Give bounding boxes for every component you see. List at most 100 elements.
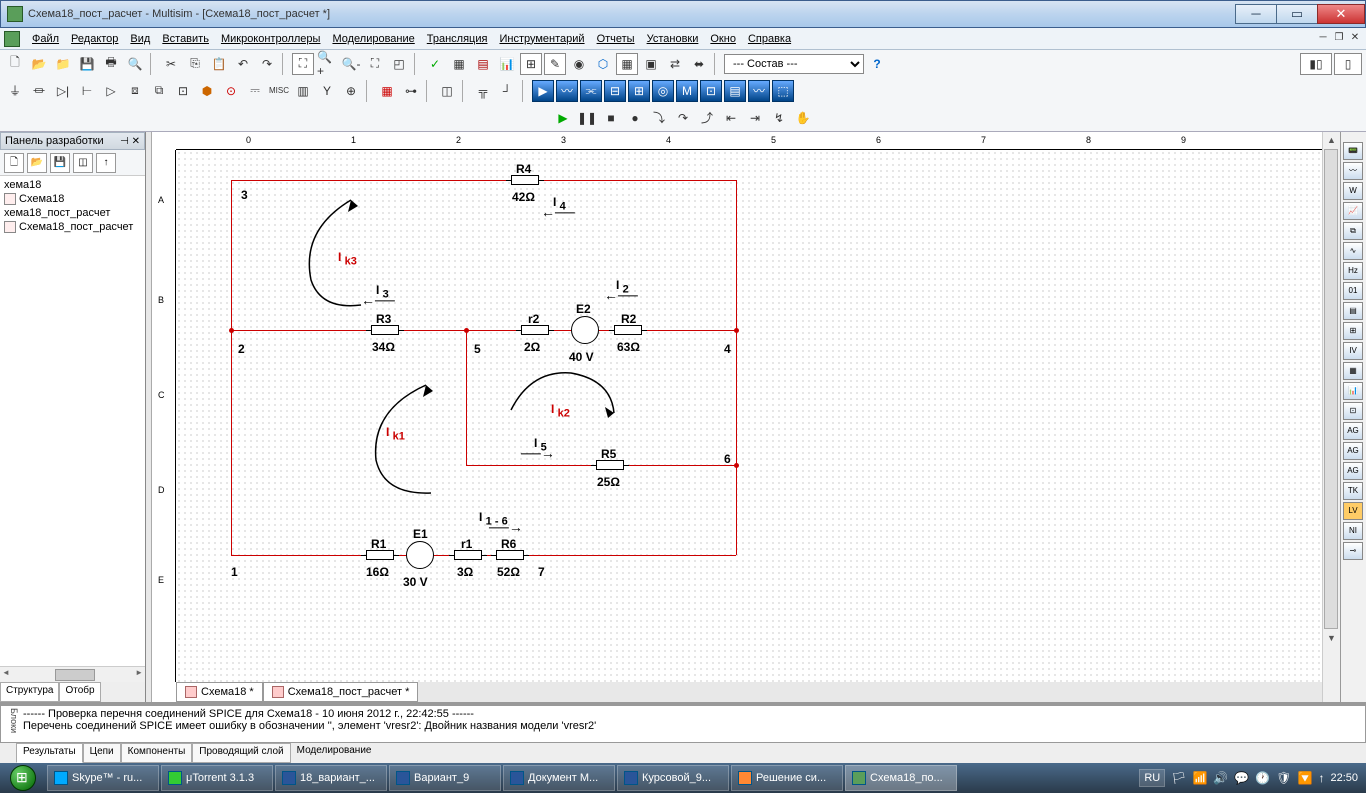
- task-multisim[interactable]: Схема18_по...: [845, 765, 957, 791]
- resistor-r1[interactable]: [366, 550, 394, 560]
- doc-tab-1[interactable]: Схема18 *: [176, 682, 263, 702]
- pause-icon[interactable]: ❚❚: [576, 107, 598, 129]
- stop-icon[interactable]: ■: [600, 107, 622, 129]
- undo-icon[interactable]: ↶: [232, 53, 254, 75]
- hand-icon[interactable]: ✋: [792, 107, 814, 129]
- graph-icon[interactable]: ▤: [472, 53, 494, 75]
- help-link-icon[interactable]: ⬌: [688, 53, 710, 75]
- mdi-minimize-icon[interactable]: ─: [1316, 32, 1330, 46]
- copy-icon[interactable]: ⎘: [184, 53, 206, 75]
- trigger-icon[interactable]: ↯: [768, 107, 790, 129]
- mixed-icon[interactable]: ⬢: [196, 80, 218, 102]
- menu-help[interactable]: Справка: [742, 31, 797, 47]
- maximize-button[interactable]: ▭: [1276, 4, 1318, 24]
- menu-mcu[interactable]: Микроконтроллеры: [215, 31, 327, 47]
- ni-icon[interactable]: ▦: [376, 80, 398, 102]
- panel-hier-icon[interactable]: ◫: [73, 153, 93, 173]
- osc-icon[interactable]: 〰: [556, 80, 578, 102]
- ct-icon[interactable]: ⬚: [772, 80, 794, 102]
- wg-icon[interactable]: M: [676, 80, 698, 102]
- current-probe-icon[interactable]: ⊸: [1343, 542, 1363, 560]
- task-utorrent[interactable]: μTorrent 3.1.3: [161, 765, 273, 791]
- freq-icon[interactable]: Hz: [1343, 262, 1363, 280]
- tab-structure[interactable]: Структура: [0, 682, 59, 702]
- tray-msg-icon[interactable]: 💬: [1234, 771, 1249, 785]
- multimeter-icon[interactable]: 📟: [1343, 142, 1363, 160]
- advanced-icon[interactable]: ▥: [292, 80, 314, 102]
- full-screen-icon[interactable]: ⛶: [292, 53, 314, 75]
- mcu-icon[interactable]: ▣: [640, 53, 662, 75]
- opamp-icon[interactable]: ▷: [100, 80, 122, 102]
- tray-clock-icon[interactable]: 🕐: [1255, 771, 1270, 785]
- step-out-icon[interactable]: ⤴: [696, 107, 718, 129]
- menu-insert[interactable]: Вставить: [156, 31, 215, 47]
- dmm-icon[interactable]: ⊡: [700, 80, 722, 102]
- indicator-icon[interactable]: ⊙: [220, 80, 242, 102]
- zoom-out-icon[interactable]: 🔍-: [340, 53, 362, 75]
- redo-icon[interactable]: ↷: [256, 53, 278, 75]
- menu-options[interactable]: Установки: [641, 31, 705, 47]
- resistor-r1s[interactable]: [454, 550, 482, 560]
- step-over-icon[interactable]: ↷: [672, 107, 694, 129]
- wordgen-icon[interactable]: 01: [1343, 282, 1363, 300]
- menu-window[interactable]: Окно: [704, 31, 742, 47]
- help-icon[interactable]: ?: [866, 53, 888, 75]
- transistor-icon[interactable]: ⊢: [76, 80, 98, 102]
- fgen-icon[interactable]: 〰: [1343, 162, 1363, 180]
- bp-icon[interactable]: ▤: [724, 80, 746, 102]
- bus-icon[interactable]: ╦: [472, 80, 494, 102]
- edit-icon[interactable]: ✎: [544, 53, 566, 75]
- panel-new-icon[interactable]: 🗋: [4, 153, 24, 173]
- la-icon[interactable]: ⊞: [628, 80, 650, 102]
- misc-dig-icon[interactable]: ⊡: [172, 80, 194, 102]
- power-icon[interactable]: ⎓: [244, 80, 266, 102]
- schematic-canvas[interactable]: R4 42Ω R3 34Ω r2 2Ω E2 40 V R2 63Ω R5 25…: [176, 150, 1322, 682]
- tray-vol-icon[interactable]: 🔊: [1213, 771, 1228, 785]
- tray-shield-icon[interactable]: 🛡: [1276, 771, 1291, 785]
- xfr-icon[interactable]: ⇄: [664, 53, 686, 75]
- properties-icon[interactable]: ✓: [424, 53, 446, 75]
- panel-save-icon[interactable]: 💾: [50, 153, 70, 173]
- na-icon[interactable]: ⊟: [604, 80, 626, 102]
- zoom-fit-icon[interactable]: ⛶: [364, 53, 386, 75]
- language-indicator[interactable]: RU: [1139, 769, 1165, 787]
- postproc-icon[interactable]: 📊: [496, 53, 518, 75]
- log-tab-results[interactable]: Результаты: [16, 743, 83, 763]
- diode-icon[interactable]: ▷|: [52, 80, 74, 102]
- net-an-icon[interactable]: ⊡: [1343, 402, 1363, 420]
- elvis-icon[interactable]: NI: [1343, 522, 1363, 540]
- menu-view[interactable]: Вид: [124, 31, 156, 47]
- preview-icon[interactable]: 🔍: [124, 53, 146, 75]
- compose-combo[interactable]: --- Состав ---: [724, 54, 864, 74]
- sa-icon[interactable]: ⫘: [580, 80, 602, 102]
- run-icon[interactable]: ▶: [532, 80, 554, 102]
- zoom-area-icon[interactable]: ◰: [388, 53, 410, 75]
- electromech-icon[interactable]: ⊕: [340, 80, 362, 102]
- resistor-r3[interactable]: [371, 325, 399, 335]
- log-tab-nets[interactable]: Цепи: [83, 743, 121, 763]
- source-e1[interactable]: [406, 541, 434, 569]
- tray-net-icon[interactable]: 📶: [1192, 771, 1207, 785]
- menu-tools[interactable]: Инструментарий: [493, 31, 590, 47]
- panel-open-icon[interactable]: 📂: [27, 153, 47, 173]
- task-doc2[interactable]: Вариант_9: [389, 765, 501, 791]
- close-button[interactable]: [1317, 4, 1365, 24]
- tray-up-icon[interactable]: ↑: [1318, 771, 1324, 785]
- log-tab-components[interactable]: Компоненты: [121, 743, 193, 763]
- mdi-close-icon[interactable]: ✕: [1348, 32, 1362, 46]
- logic-conv-icon[interactable]: ⊞: [1343, 322, 1363, 340]
- panel-up-icon[interactable]: ↑: [96, 153, 116, 173]
- menu-reports[interactable]: Отчеты: [591, 31, 641, 47]
- mdi-restore-icon[interactable]: ❐: [1332, 32, 1346, 46]
- design-tree[interactable]: хема18 Схема18 хема18_пост_расчет Схема1…: [0, 176, 145, 666]
- agilent-fg-icon[interactable]: AG: [1343, 422, 1363, 440]
- task-doc3[interactable]: Документ M...: [503, 765, 615, 791]
- breadboard-icon[interactable]: ⊞: [520, 53, 542, 75]
- misc-icon[interactable]: MISC: [268, 80, 290, 102]
- hier-icon[interactable]: ◫: [436, 80, 458, 102]
- tray-clock[interactable]: 22:50: [1330, 772, 1358, 784]
- task-doc4[interactable]: Курсовой_9...: [617, 765, 729, 791]
- resistor-icon[interactable]: ⏛: [28, 80, 50, 102]
- play-icon[interactable]: ▶: [552, 107, 574, 129]
- ground-icon[interactable]: ⏚: [4, 80, 26, 102]
